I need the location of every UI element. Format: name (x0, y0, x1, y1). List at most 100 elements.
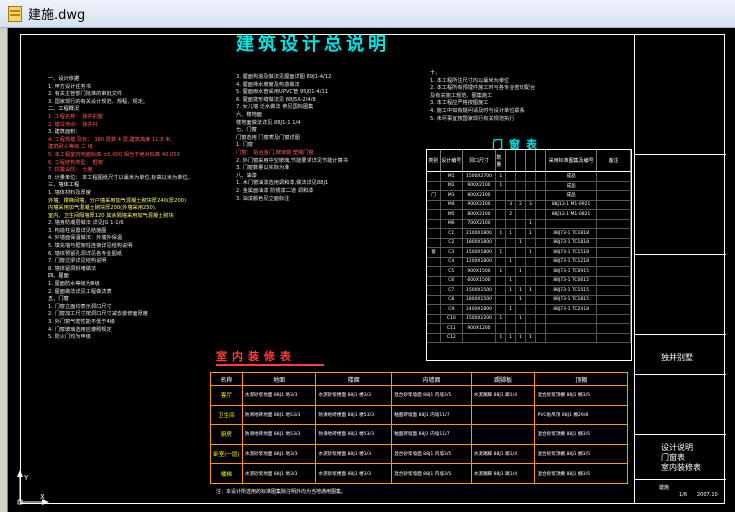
door-table-cell (496, 238, 507, 247)
door-table-cell: 88J73-1 TC1818 (546, 238, 598, 247)
tb-line (635, 254, 726, 255)
door-table-cell (536, 219, 546, 228)
finish-table-cell: 混合砂浆顶棚 88J1 棚3/5 (537, 432, 591, 438)
tb-line (635, 374, 726, 375)
door-table-cell (526, 172, 536, 181)
left-scroll-strip[interactable] (0, 28, 8, 512)
note-line: 7. 抗震设防： 七度 (48, 167, 93, 174)
note-line: 4. 施工中如有疑问请及时与设计单位联系 (430, 107, 525, 114)
finish-table-cell: 釉面砖墙面 88J1 内墙11/7 (392, 425, 472, 444)
door-table-cell (536, 200, 546, 209)
door-table-cell (597, 314, 631, 323)
finish-table-cell: 水泥砂浆楼面 88J1 楼3/3 (316, 444, 393, 464)
door-table-cell: 1500X1500 (463, 286, 497, 295)
door-table-row: M6 700X2100 1 (427, 219, 631, 229)
door-table-cell: C11 (441, 324, 463, 333)
door-table-cell: C2 (441, 238, 463, 247)
door-table-cell: 1 (516, 267, 527, 276)
door-table-cell (427, 172, 441, 181)
tb-line (635, 479, 726, 480)
door-table-cell: 窗 (427, 248, 441, 257)
finish-table-cell: 混合砂浆顶棚 88J1 棚3/5 (537, 471, 591, 477)
door-table-cell (496, 295, 507, 304)
door-table-header-cell (506, 150, 517, 171)
door-table-cell (427, 200, 441, 209)
door-table-cell: 2400X1800 (463, 305, 497, 314)
door-table-cell: C7 (441, 286, 463, 295)
door-table-header-cell: 设计编号 (441, 150, 463, 171)
note-line: 3. 本工程应严格按图施工 (430, 100, 489, 107)
door-table-cell: C1 (441, 229, 463, 238)
door-table-cell (506, 267, 517, 276)
door-table-cell (427, 324, 441, 333)
door-table-cell (597, 248, 631, 257)
door-table-row: C12 1 1 1 1 (427, 333, 631, 343)
door-table-cell (516, 191, 527, 200)
door-table-cell (597, 191, 631, 200)
finish-table-header-cell: 地面 (243, 373, 317, 385)
note-line: 2. 屋面做法详见工程做法表 (48, 288, 112, 295)
finish-table-cell: 混合砂浆墙面 88J1 内墙3/5 (392, 444, 472, 464)
door-table-cell (546, 219, 598, 228)
door-table-cell (536, 314, 546, 323)
drawing-title: 建筑设计总说明 (236, 34, 390, 55)
tb-sheet: 建施 (659, 485, 670, 491)
finish-table-row: 楼梯 水泥砂浆地面 88J1 地3/3 水泥砂浆楼面 88J1 楼3/3 混合砂浆墙面… (211, 464, 627, 484)
finish-table-cell: PVC板吊顶 88J1 棚29/8 (537, 412, 589, 418)
tb-line (635, 434, 726, 435)
finish-table-cell: 防滑地砖地面 88J1 地53/3 (243, 405, 317, 425)
door-table-cell (427, 314, 441, 323)
note-line: 5. 屋面雨水管采用UPVC管 95J01-4/11 (236, 89, 329, 96)
finish-table-header-cell: 踢脚板 (472, 373, 536, 385)
note-line: 3. 屋面构造及做法见屋面详图 89J1-4/12 (236, 74, 332, 80)
door-table-cell: 88J73-1 TC1518 (546, 248, 598, 257)
note-line: 六、楼地面 (236, 111, 262, 118)
door-table-row: 门 M3 800X2100 成品 (427, 191, 631, 201)
door-table-row: C4 1200X1800 1 88J73-1 TC1218 (427, 257, 631, 267)
note-line: 1. 墙体材料及厚度 (48, 189, 91, 196)
notes-column-1: 一、设计依据 1. 甲方设计任务书 2. 有关主管部门批准的审批文件 3. 国家… (48, 76, 193, 342)
door-table-cell (506, 172, 517, 181)
door-table-cell (427, 276, 441, 285)
finish-table-header: 名称 地面 楼面 内墙面 踢脚板 顶棚 (211, 373, 627, 386)
door-table-cell (536, 257, 546, 266)
door-table-cell: 1 (516, 295, 527, 304)
note-line: 7. 门窗过梁详见结构说明 (48, 258, 107, 265)
door-table-cell: M5 (441, 210, 463, 219)
door-table-row: C1 2100X1800 1 1 1 88J73-1 TC1818 (427, 229, 631, 239)
note-line: 2. 门窗加工尺寸按洞口尺寸减去装修面厚度 (48, 311, 148, 318)
door-table-cell: 600X1500 (463, 276, 497, 285)
door-table-cell: 成品 (546, 191, 598, 200)
note-line: 2. 有关主管部门批准的审批文件 (48, 91, 123, 98)
door-table-cell (597, 333, 631, 342)
finish-room-name: 客厅 (211, 386, 243, 405)
note-line: 1. 屋面防水等级为Ⅲ级 (48, 281, 100, 288)
door-table-cell (536, 248, 546, 257)
door-table-cell (516, 172, 527, 181)
door-table-cell (427, 295, 441, 304)
door-table-cell: 1500X1800 (463, 248, 497, 257)
svg-text:X: X (40, 493, 45, 501)
drawing-canvas[interactable]: 建筑设计总说明 一、设计依据 1. 甲方设计任务书 2. 有关主管部门批准的审批… (0, 28, 735, 512)
note-line: 一、设计依据 (48, 76, 80, 82)
door-table-cell (597, 172, 631, 181)
door-table-cell (536, 267, 546, 276)
door-table-cell (516, 248, 527, 257)
finish-table-cell: 混合砂浆顶棚 88J1 棚3/5 (537, 452, 591, 458)
door-table-cell (597, 305, 631, 314)
door-table-cell: 1 (496, 333, 507, 342)
door-table-cell: 800X2100 (463, 191, 497, 200)
note-line: 外墙、楼梯间墙、分户墙采用加气混凝土砌块厚240(厚200) (48, 197, 186, 204)
door-table-cell: 成品 (546, 172, 598, 181)
door-table-cell (496, 219, 507, 228)
note-line: 5. 本工程室内地面标高 ±0.000 相当于绝对标高 40.050 (48, 151, 180, 158)
door-table-cell (506, 219, 517, 228)
door-table-cell: 1800X1500 (463, 295, 497, 304)
door-table-cell: 2 (506, 210, 517, 219)
door-table-cell: 88J13-1 M1-0821 (546, 210, 598, 219)
note-line: 3. 门窗数量以实际为准 (236, 165, 290, 172)
door-table-cell (597, 181, 631, 190)
finish-table-cell: 水泥砂浆楼面 88J1 楼3/3 (316, 464, 393, 483)
door-table-row: M2 900X2100 1 成品 (427, 181, 631, 191)
door-table-header-cell: 采用标准图集及编号 (546, 150, 598, 171)
